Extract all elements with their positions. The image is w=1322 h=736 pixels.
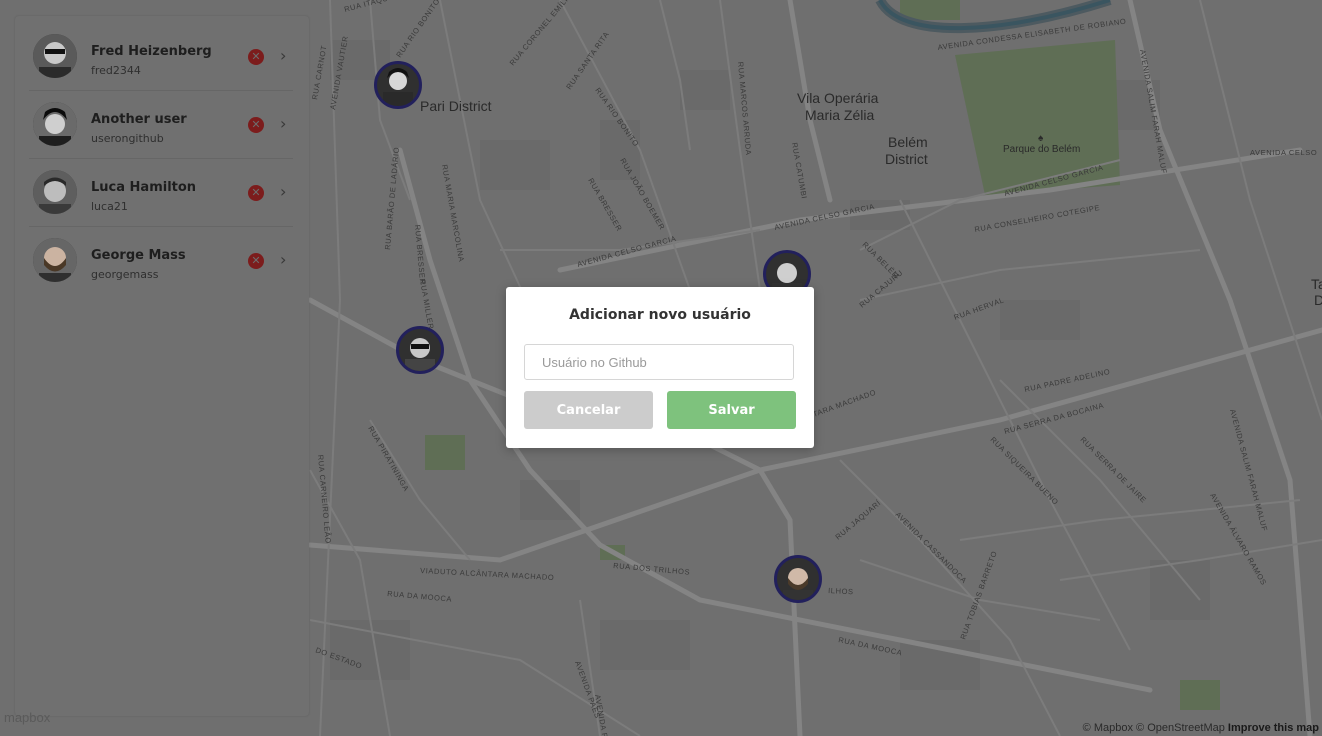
user-name: Luca Hamilton xyxy=(91,180,197,195)
improve-map-link[interactable]: Improve this map xyxy=(1228,722,1319,734)
osm-attribution-link[interactable]: © OpenStreetMap xyxy=(1136,722,1225,734)
user-list-item[interactable]: Fred Heizenberg fred2344 ✕ › xyxy=(29,22,293,91)
close-circle-icon[interactable]: ✕ xyxy=(248,49,264,65)
chevron-right-icon[interactable]: › xyxy=(280,114,286,133)
avatar xyxy=(33,102,77,146)
user-list-sidebar: Fred Heizenberg fred2344 ✕ › Another use… xyxy=(15,16,309,716)
close-circle-icon[interactable]: ✕ xyxy=(248,117,264,133)
close-circle-icon[interactable]: ✕ xyxy=(248,185,264,201)
chevron-right-icon[interactable]: › xyxy=(280,46,286,65)
user-login: userongithub xyxy=(91,132,164,145)
user-name: Fred Heizenberg xyxy=(91,44,212,59)
chevron-right-icon[interactable]: › xyxy=(280,250,286,269)
user-list-item[interactable]: George Mass georgemass ✕ › xyxy=(29,226,293,294)
avatar xyxy=(33,34,77,78)
avatar xyxy=(33,238,77,282)
user-list-item[interactable]: Luca Hamilton luca21 ✕ › xyxy=(29,158,293,227)
user-name: Another user xyxy=(91,112,187,127)
user-login: fred2344 xyxy=(91,64,141,77)
save-button[interactable]: Salvar xyxy=(667,391,796,429)
chevron-right-icon[interactable]: › xyxy=(280,182,286,201)
modal-title: Adicionar novo usuário xyxy=(569,307,751,323)
user-name: George Mass xyxy=(91,248,186,263)
cancel-button[interactable]: Cancelar xyxy=(524,391,653,429)
user-login: luca21 xyxy=(91,200,128,213)
avatar xyxy=(33,170,77,214)
add-user-modal: Adicionar novo usuário Cancelar Salvar xyxy=(506,287,814,448)
mapbox-attribution-link[interactable]: © Mapbox xyxy=(1083,722,1133,734)
map-attribution: © Mapbox © OpenStreetMap Improve this ma… xyxy=(1083,722,1319,734)
mapbox-logo[interactable]: mapbox xyxy=(4,710,50,725)
user-list-item[interactable]: Another user userongithub ✕ › xyxy=(29,90,293,159)
github-username-input[interactable] xyxy=(524,344,794,380)
close-circle-icon[interactable]: ✕ xyxy=(248,253,264,269)
user-login: georgemass xyxy=(91,268,159,281)
